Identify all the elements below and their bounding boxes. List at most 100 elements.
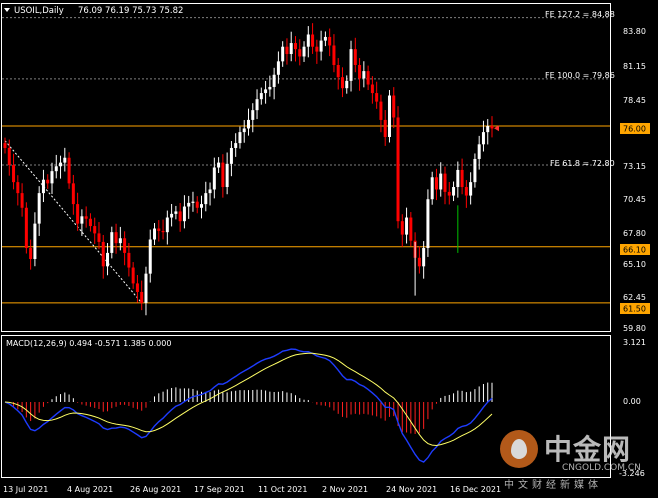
candle-body [469,182,473,196]
candle-body [481,132,485,145]
candle-body [71,183,75,205]
price-axis: 83.80 81.15 78.45 73.15 70.45 67.80 65.1… [623,27,646,333]
candle-body [452,187,456,196]
candle-body [298,49,302,57]
candle-body [135,283,139,292]
candle-body [3,143,7,148]
price-layer [2,17,610,316]
candle-body [101,241,105,267]
price-tick: 62.45 [623,293,646,302]
candle-body [272,74,276,87]
candle-body [29,248,33,260]
price-tick: 83.80 [623,27,646,36]
candle-body [247,119,250,129]
price-tick: 67.80 [623,229,646,238]
price-tick: 78.45 [623,96,646,105]
candle-body [46,179,50,184]
ohlc-values: 76.09 76.19 75.73 75.82 [78,6,183,16]
date-tick: 13 Jul 2021 [3,485,48,494]
candle-body [204,193,208,205]
candle-body [200,204,204,208]
candle-body [400,221,404,235]
candle-body [323,36,327,41]
candle-body [311,34,315,47]
candle-body [16,182,20,194]
candle-body [157,228,161,231]
candle-body [276,61,280,75]
candle-body [80,216,84,224]
candle-body [379,101,383,120]
candle-body [268,86,272,90]
level-tag-61: 61.50 [620,303,650,314]
fib-label-618: FE 61.8 = 72.80 [550,159,615,168]
price-tick: 59.80 [623,324,646,333]
trading-chart[interactable]: USOIL,Daily 76.09 76.19 75.73 75.82 FE 1… [0,0,658,498]
candle-body [293,43,297,50]
fib-label-100: FE 100.0 = 79.86 [545,71,615,80]
candle-body [131,267,135,284]
candle-body [144,273,148,303]
candle-body [212,167,216,190]
candle-body [221,162,225,188]
candle-body [140,291,144,303]
candle-body [370,84,374,94]
candle-body [37,193,41,224]
candle-body [259,93,263,100]
candle-body [387,95,391,137]
candle-body [332,45,336,66]
candle-body [375,93,379,102]
candle-body [281,46,285,62]
candle-body [362,71,366,79]
date-axis: 13 Jul 2021 4 Aug 2021 26 Aug 2021 17 Se… [3,485,501,494]
candle-body [439,173,443,190]
watermark-url: CNGOLD.COM.CN [562,463,641,473]
candle-body [170,213,174,218]
macd-tick-top: 3.121 [623,338,646,347]
price-tick: 65.10 [623,260,646,269]
candle-body [396,117,400,222]
candle-body [477,144,481,159]
candle-body [473,158,477,183]
candle-body [88,218,92,227]
collapse-triangle-icon[interactable] [4,8,10,12]
candle-body [460,169,464,188]
candle-body [118,238,122,244]
candle-body [417,257,421,267]
date-tick: 11 Oct 2021 [258,485,307,494]
date-tick: 26 Aug 2021 [130,485,181,494]
candle-body [464,187,468,196]
watermark-brand: 中金网 [544,433,632,466]
candle-body [106,252,110,267]
date-tick: 17 Sep 2021 [194,485,245,494]
candle-body [336,65,340,78]
candle-body [178,211,182,222]
candle-body [456,169,460,188]
candle-body [405,217,409,235]
candle-body [302,46,306,57]
candle-body [225,163,229,188]
candle-body [41,179,45,194]
svg-text:61.50: 61.50 [623,305,646,314]
candle-body [7,147,11,166]
candle-body [358,65,362,79]
candle-body [12,165,16,183]
candle-body [340,77,344,89]
brand-logo-icon [500,430,538,468]
date-tick: 16 Dec 2021 [450,485,501,494]
candle-body [165,217,169,233]
candle-body [153,228,157,240]
candle-body [490,126,494,129]
candle-body [486,126,490,133]
level-tag-66: 66.10 [620,244,650,255]
candle-body [182,206,186,222]
candle-body [315,46,319,52]
price-tick: 81.15 [623,62,646,71]
candle-body [127,252,131,268]
candle-body [195,201,199,208]
candle-body [447,191,451,196]
candle-body [174,211,178,214]
candle-body [191,201,195,203]
candle-body [285,46,289,55]
candle-body [238,132,242,144]
candle-body [426,199,430,249]
